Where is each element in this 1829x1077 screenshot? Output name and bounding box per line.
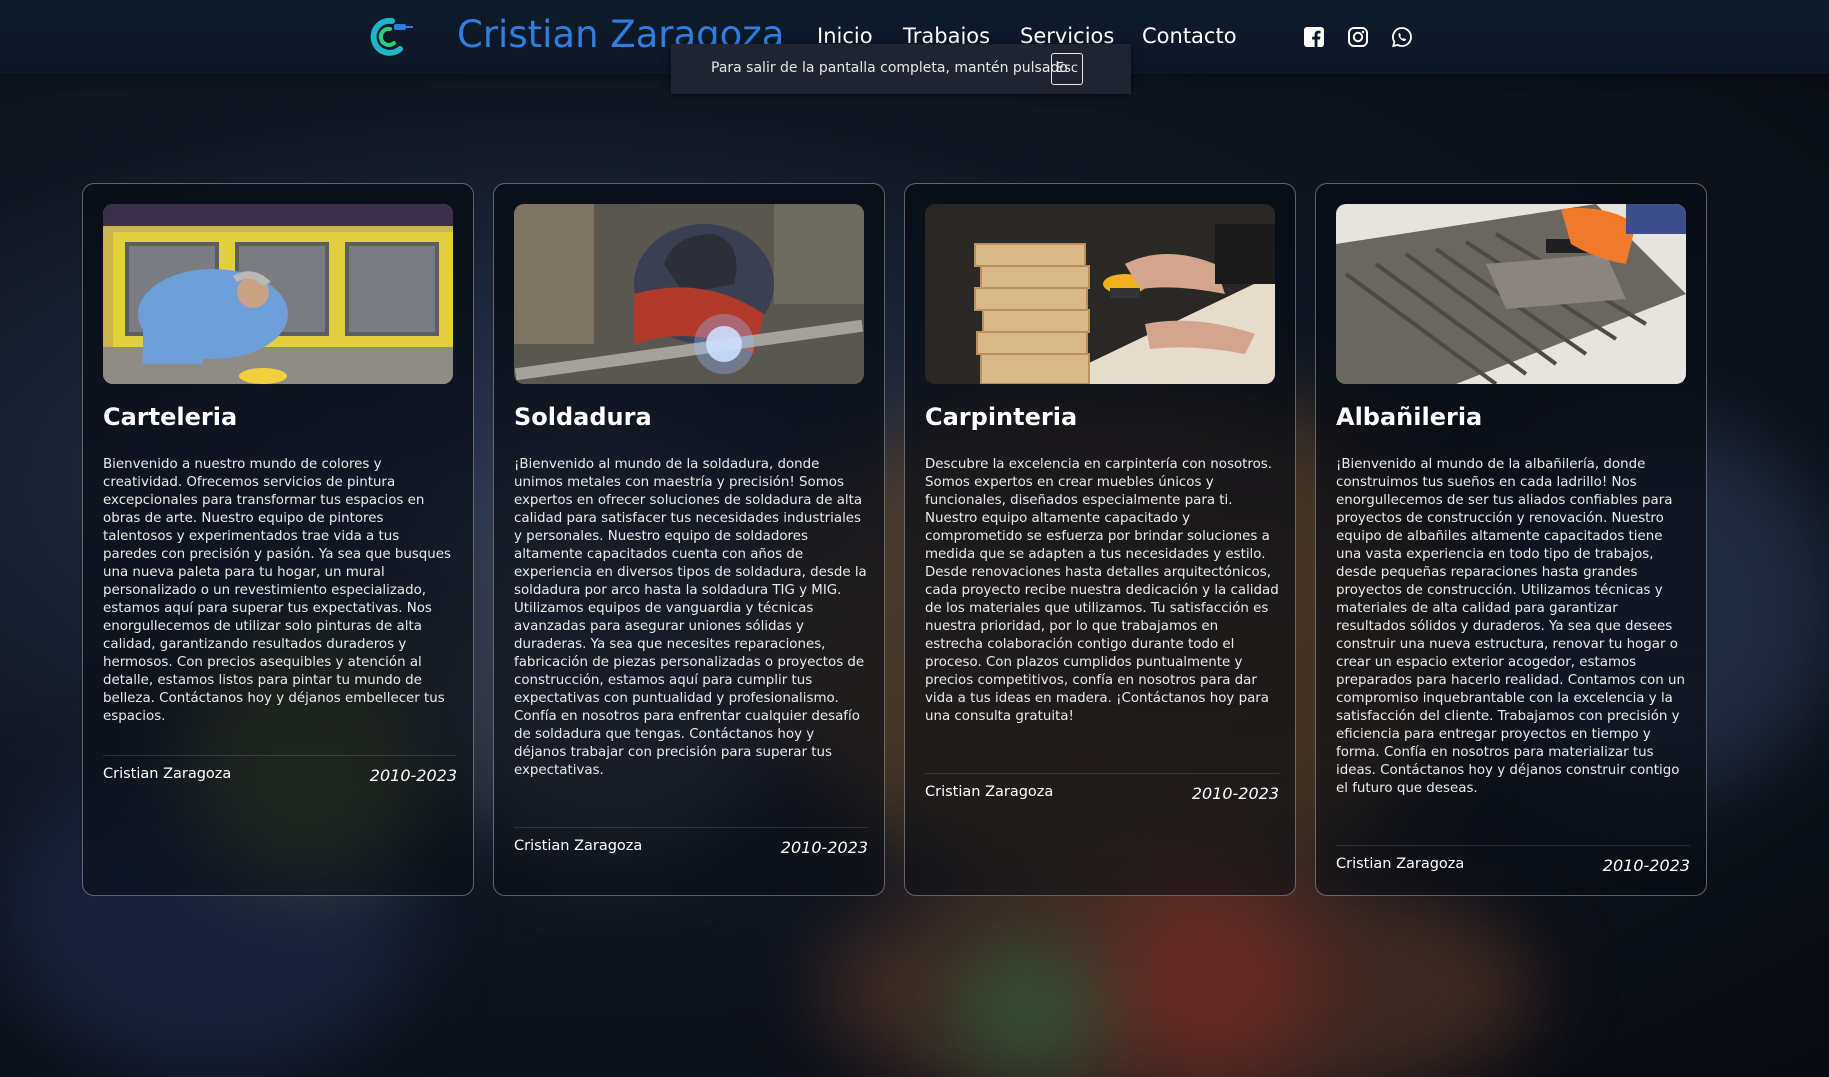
service-card-carpinteria: Carpinteria Descubre la excelencia en ca… [904, 183, 1296, 896]
card-image [103, 204, 453, 384]
card-image [1336, 204, 1686, 384]
service-card-carteleria: Carteleria Bienvenido a nuestro mundo de… [82, 183, 474, 896]
service-card-soldadura: Soldadura ¡Bienvenido al mundo de la sol… [493, 183, 885, 896]
card-title: Carteleria [103, 403, 238, 431]
card-description: Descubre la excelencia en carpintería co… [925, 457, 1279, 724]
card-image [514, 204, 864, 384]
card-footer: Cristian Zaragoza 2010-2023 [1336, 845, 1690, 876]
card-years: 2010-2023 [1191, 784, 1279, 803]
service-card-albanileria: Albañileria ¡Bienvenido al mundo de la a… [1315, 183, 1707, 896]
nav-link-contacto[interactable]: Contacto [1142, 24, 1237, 48]
toast-message: Para salir de la pantalla completa, mant… [711, 60, 1068, 76]
card-footer: Cristian Zaragoza 2010-2023 [103, 755, 457, 786]
card-author: Cristian Zaragoza [514, 838, 643, 854]
fullscreen-exit-toast: Para salir de la pantalla completa, mant… [671, 44, 1131, 94]
card-footer: Cristian Zaragoza 2010-2023 [925, 773, 1279, 804]
card-author: Cristian Zaragoza [103, 766, 232, 782]
instagram-icon[interactable] [1347, 26, 1369, 48]
card-title: Carpinteria [925, 403, 1078, 431]
card-image [925, 204, 1275, 384]
card-author: Cristian Zaragoza [1336, 856, 1465, 872]
card-years: 2010-2023 [780, 838, 868, 857]
esc-key-badge: Esc [1051, 53, 1083, 85]
card-description: ¡Bienvenido al mundo de la soldadura, do… [514, 457, 867, 778]
card-description: Bienvenido a nuestro mundo de colores y … [103, 457, 451, 724]
whatsapp-icon[interactable] [1391, 26, 1413, 48]
card-footer: Cristian Zaragoza 2010-2023 [514, 827, 868, 858]
logo-icon[interactable] [366, 15, 414, 57]
card-description: ¡Bienvenido al mundo de la albañilería, … [1336, 457, 1685, 796]
card-years: 2010-2023 [1602, 856, 1690, 875]
card-title: Soldadura [514, 403, 652, 431]
card-author: Cristian Zaragoza [925, 784, 1054, 800]
facebook-icon[interactable] [1303, 26, 1325, 48]
card-years: 2010-2023 [369, 766, 457, 785]
card-title: Albañileria [1336, 403, 1483, 431]
